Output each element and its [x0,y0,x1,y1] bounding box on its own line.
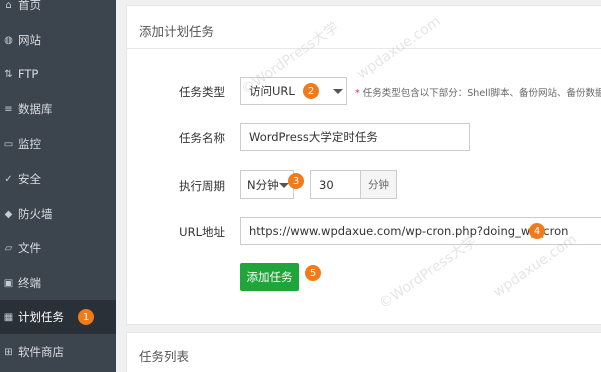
sidebar-item-terminal[interactable]: ▣ 终端 [0,266,116,300]
period-unit: 分钟 [360,170,397,199]
folder-icon: ▱ [4,242,13,254]
sidebar-item-ftp[interactable]: ⇅ FTP [0,57,116,91]
sidebar-item-home[interactable]: ⌂ 首页 [0,0,116,22]
sidebar-item-label: 数据库 [18,102,53,116]
add-task-button[interactable]: 添加任务 [240,263,299,291]
sidebar-item-label: 计划任务 [18,310,64,324]
period-label: 执行周期 [179,179,225,193]
divider [127,48,601,49]
grid-icon: ⊞ [4,346,13,358]
sidebar-item-app-store[interactable]: ⊞ 软件商店 [0,335,116,369]
panel-title: 添加计划任务 [139,24,215,39]
terminal-icon: ▣ [3,277,14,289]
task-name-value: WordPress大学定时任务 [249,130,378,144]
add-task-panel: 添加计划任务 任务类型 访问URL 2 * 任务类型包含以下部分：Shell脚本… [126,5,601,325]
sidebar-item-label: 监控 [18,137,41,151]
task-name-label: 任务名称 [179,131,225,145]
database-icon: ≡ [4,103,13,115]
task-type-note: * 任务类型包含以下部分：Shell脚本、备份网站、备份数据库 [355,88,601,99]
step-badge-2: 2 [303,83,319,99]
sidebar-item-label: 文件 [18,241,41,255]
sidebar-item-label: 防火墙 [18,207,53,221]
period-number-value: 30 [319,177,334,192]
url-value: https://www.wpdaxue.com/wp-cron.php?doin… [249,224,569,238]
sidebar-item-label: 软件商店 [18,345,64,359]
task-list-panel: 任务列表 [126,332,601,372]
sidebar-item-label: 终端 [18,276,41,290]
period-select[interactable]: N分钟 [240,170,294,199]
sidebar-item-label: 网站 [18,33,41,47]
sidebar-item-files[interactable]: ▱ 文件 [0,231,116,265]
globe-icon: ◍ [4,34,13,46]
calendar-icon: ▦ [3,311,14,323]
step-badge-3: 3 [288,173,304,189]
ftp-icon: ⇅ [4,68,13,80]
home-icon: ⌂ [5,0,12,11]
sidebar-item-database[interactable]: ≡ 数据库 [0,92,116,126]
chevron-down-icon [333,89,343,94]
shield-check-icon: ✓ [4,173,13,185]
step-badge-4: 4 [529,223,545,239]
period-number-input[interactable]: 30 [310,170,361,199]
sidebar-item-label: 安全 [18,172,41,186]
sidebar-item-monitor[interactable]: ▭ 监控 [0,127,116,161]
task-type-value: 访问URL [249,84,295,98]
monitor-icon: ▭ [3,138,14,150]
period-value: N分钟 [247,177,279,192]
sidebar-item-label: FTP [18,67,39,81]
sidebar-item-firewall[interactable]: ◆ 防火墙 [0,197,116,231]
sidebar-item-cron[interactable]: ▦ 计划任务 1 [0,300,116,334]
url-input[interactable]: https://www.wpdaxue.com/wp-cron.php?doin… [240,217,601,245]
sidebar: ⌂ 首页 ◍ 网站 ⇅ FTP ≡ 数据库 ▭ 监控 ✓ 安全 ◆ 防火墙 ▱ … [0,0,116,372]
task-name-input[interactable]: WordPress大学定时任务 [240,123,470,151]
firewall-icon: ◆ [4,208,13,220]
sidebar-item-label: 首页 [18,0,41,12]
sidebar-item-website[interactable]: ◍ 网站 [0,23,116,57]
task-type-label: 任务类型 [179,85,225,99]
task-list-title: 任务列表 [139,349,190,364]
step-badge-5: 5 [305,265,321,281]
task-type-select[interactable]: 访问URL 2 [240,77,347,105]
add-task-button-label: 添加任务 [246,270,293,284]
sidebar-item-security[interactable]: ✓ 安全 [0,162,116,196]
url-label: URL地址 [179,225,225,239]
step-badge-1: 1 [78,309,94,325]
